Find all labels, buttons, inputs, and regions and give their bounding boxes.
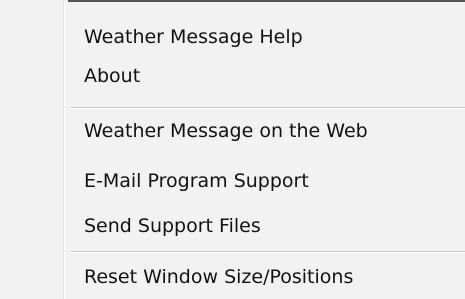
menu-top-border <box>68 0 465 2</box>
menu-item-label: Reset Window Size/Positions <box>84 266 354 288</box>
menu-item-label: Send Support Files <box>84 215 261 237</box>
help-context-menu: Weather Message Help About Weather Messa… <box>0 0 465 299</box>
menu-item-email-program-support[interactable]: E-Mail Program Support <box>66 161 460 201</box>
menu-item-weather-message-help[interactable]: Weather Message Help <box>66 17 460 57</box>
menu-item-label: Weather Message on the Web <box>84 120 368 142</box>
menu-item-label: E-Mail Program Support <box>84 170 309 192</box>
menu-icon-gutter <box>0 0 63 299</box>
menu-gutter-divider-highlight <box>64 0 65 299</box>
menu-item-reset-window-size-positions[interactable]: Reset Window Size/Positions <box>66 257 460 297</box>
menu-item-label: Weather Message Help <box>84 26 303 48</box>
menu-item-about[interactable]: About <box>66 56 460 96</box>
menu-separator <box>71 251 465 253</box>
menu-item-send-support-files[interactable]: Send Support Files <box>66 206 460 246</box>
menu-separator <box>71 107 465 109</box>
menu-item-label: About <box>84 65 141 87</box>
menu-item-weather-message-on-the-web[interactable]: Weather Message on the Web <box>66 111 460 151</box>
